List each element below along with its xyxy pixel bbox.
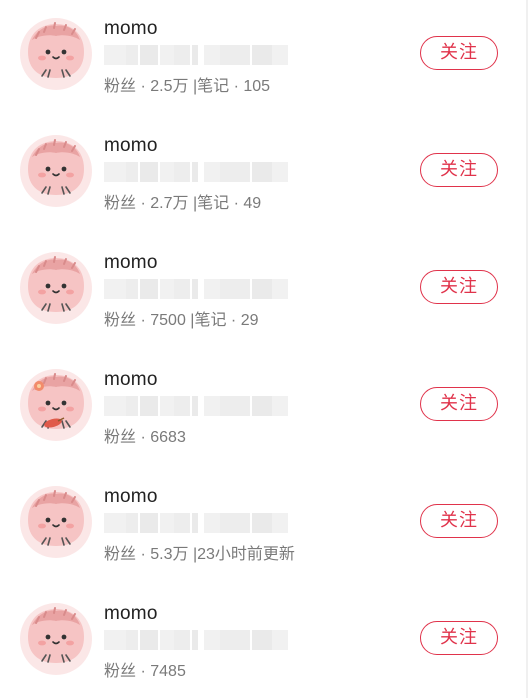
avatar-icon[interactable] — [20, 135, 92, 207]
user-name[interactable]: momo — [104, 18, 158, 40]
fans-count: 7485 — [150, 663, 186, 680]
fans-count: 2.7万 — [150, 195, 189, 212]
fans-label: 粉丝 — [104, 546, 137, 563]
user-row[interactable]: momo 粉丝 · 2.5万 |笔记 · 105 关注 — [0, 0, 528, 117]
blurred-bio — [104, 279, 288, 299]
user-name[interactable]: momo — [104, 369, 158, 391]
notes-separator: · — [233, 78, 239, 95]
user-stats: 粉丝 · 7485 — [104, 657, 186, 681]
follow-button[interactable]: 关注 — [420, 36, 498, 70]
fans-label: 粉丝 — [104, 663, 137, 680]
follow-button[interactable]: 关注 — [420, 504, 498, 538]
follow-button[interactable]: 关注 — [420, 621, 498, 655]
user-list: momo 粉丝 · 2.5万 |笔记 · 105 关注 momo 粉丝 · 2.7万 |… — [0, 0, 528, 698]
follow-button[interactable]: 关注 — [420, 153, 498, 187]
notes-label: 笔记 — [194, 312, 227, 329]
notes-count: 49 — [243, 195, 262, 212]
fans-label: 粉丝 — [104, 78, 137, 95]
user-stats: 粉丝 · 5.3万 |23小时前更新 — [104, 540, 295, 564]
blurred-bio — [104, 396, 288, 416]
user-stats: 粉丝 · 2.5万 |笔记 · 105 — [104, 72, 270, 96]
user-name[interactable]: momo — [104, 603, 158, 625]
fans-separator: · — [140, 195, 146, 212]
notes-separator: · — [233, 195, 239, 212]
fans-label: 粉丝 — [104, 312, 137, 329]
avatar-icon[interactable] — [20, 369, 92, 441]
notes-separator: · — [230, 312, 237, 329]
user-name[interactable]: momo — [104, 486, 158, 508]
user-stats: 粉丝 · 2.7万 |笔记 · 49 — [104, 189, 261, 213]
follow-button[interactable]: 关注 — [420, 387, 498, 421]
fans-label: 粉丝 — [104, 195, 137, 212]
fans-separator: · — [140, 663, 146, 680]
avatar-icon[interactable] — [20, 252, 92, 324]
user-stats: 粉丝 · 6683 — [104, 423, 186, 447]
avatar-icon[interactable] — [20, 18, 92, 90]
user-row[interactable]: momo 粉丝 · 6683 关注 — [0, 351, 528, 468]
fans-count: 7500 — [150, 312, 186, 329]
user-row[interactable]: momo 粉丝 · 7500 |笔记 · 29 关注 — [0, 234, 528, 351]
fans-separator: · — [140, 312, 146, 329]
blurred-bio — [104, 630, 288, 650]
user-stats: 粉丝 · 7500 |笔记 · 29 — [104, 306, 259, 330]
fans-separator: · — [140, 78, 146, 95]
fans-count: 5.3万 — [150, 546, 189, 563]
fans-count: 6683 — [150, 429, 186, 446]
notes-label: 笔记 — [197, 195, 230, 212]
notes-count: 29 — [240, 312, 259, 329]
fans-label: 粉丝 — [104, 429, 137, 446]
user-name[interactable]: momo — [104, 135, 158, 157]
blurred-bio — [104, 162, 288, 182]
user-row[interactable]: momo 粉丝 · 5.3万 |23小时前更新 关注 — [0, 468, 528, 585]
follow-button[interactable]: 关注 — [420, 270, 498, 304]
notes-count: 105 — [243, 78, 271, 95]
avatar-icon[interactable] — [20, 603, 92, 675]
blurred-bio — [104, 45, 288, 65]
notes-label: 23小时前更新 — [197, 546, 295, 563]
avatar-icon[interactable] — [20, 486, 92, 558]
user-row[interactable]: momo 粉丝 · 7485 关注 — [0, 585, 528, 698]
fans-count: 2.5万 — [150, 78, 189, 95]
blurred-bio — [104, 513, 288, 533]
fans-separator: · — [140, 546, 146, 563]
fans-separator: · — [140, 429, 146, 446]
user-row[interactable]: momo 粉丝 · 2.7万 |笔记 · 49 关注 — [0, 117, 528, 234]
notes-label: 笔记 — [197, 78, 230, 95]
user-name[interactable]: momo — [104, 252, 158, 274]
